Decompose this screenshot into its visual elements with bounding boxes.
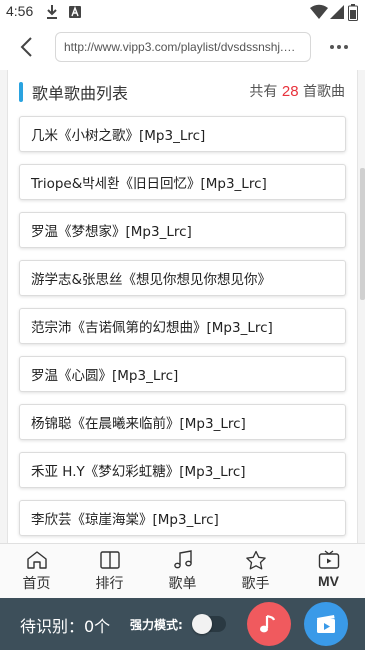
count-number: 28 <box>281 83 299 100</box>
song-count: 共有 28 首歌曲 <box>249 81 345 101</box>
song-list: 几米《小树之歌》[Mp3_Lrc] Triope&박세환《旧日回忆》[Mp3_L… <box>19 116 346 543</box>
song-item[interactable]: 游学志&张思丝《想见你想见你想见你》 <box>19 260 346 296</box>
scrollbar-thumb[interactable] <box>360 168 365 300</box>
song-item[interactable]: Triope&박세환《旧日回忆》[Mp3_Lrc] <box>19 164 346 200</box>
music-recognize-button[interactable] <box>247 602 291 646</box>
bottom-tab-bar: 首页 排行 歌单 歌手 MV <box>0 543 365 598</box>
tv-icon <box>318 550 339 569</box>
title-accent-bar <box>19 82 23 102</box>
tab-label: 排行 <box>95 576 124 592</box>
playlist-content: 歌单歌曲列表 共有 28 首歌曲 几米《小树之歌》[Mp3_Lrc] Triop… <box>0 70 365 543</box>
video-clapper-icon <box>317 615 335 633</box>
more-dots-icon[interactable] <box>322 36 356 58</box>
tab-label: 首页 <box>22 576 51 592</box>
song-item[interactable]: 李欣芸《琼崖海棠》[Mp3_Lrc] <box>19 500 346 536</box>
list-header: 歌单歌曲列表 共有 28 首歌曲 <box>8 70 357 114</box>
url-text: http://www.vipp3.com/playlist/dvsdssnshj… <box>64 40 302 54</box>
tab-singer[interactable]: 歌手 <box>219 544 292 598</box>
browser-toolbar: http://www.vipp3.com/playlist/dvsdssnshj… <box>0 24 365 70</box>
wifi-icon <box>310 4 328 24</box>
video-recognize-button[interactable] <box>304 602 348 646</box>
pending-count-label: 待识别：0个 <box>20 617 111 636</box>
signal-icon <box>330 4 344 24</box>
chevron-left-icon <box>20 37 32 57</box>
tab-home[interactable]: 首页 <box>0 544 73 598</box>
song-item[interactable]: 罗温《梦想家》[Mp3_Lrc] <box>19 212 346 248</box>
song-item[interactable]: 禾亚 H.Y《梦幻彩虹糖》[Mp3_Lrc] <box>19 452 346 488</box>
song-item[interactable]: 范宗沛《吉诺佩第的幻想曲》[Mp3_Lrc] <box>19 308 346 344</box>
playlist-panel: 歌单歌曲列表 共有 28 首歌曲 几米《小树之歌》[Mp3_Lrc] Triop… <box>7 70 358 543</box>
strong-mode-label: 强力模式: <box>130 618 183 632</box>
count-prefix: 共有 <box>249 84 278 100</box>
strong-mode-toggle[interactable] <box>192 614 226 634</box>
status-time: 4:56 <box>6 3 34 19</box>
toggle-knob <box>192 614 212 634</box>
tab-mv[interactable]: MV <box>292 544 365 598</box>
tab-ranking[interactable]: 排行 <box>73 544 146 598</box>
home-icon <box>26 551 47 569</box>
song-item[interactable]: 几米《小树之歌》[Mp3_Lrc] <box>19 116 346 152</box>
song-item[interactable]: 罗温《心圆》[Mp3_Lrc] <box>19 356 346 392</box>
tab-label: 歌手 <box>241 576 270 592</box>
status-bar: 4:56 <box>0 0 365 24</box>
battery-icon <box>348 4 358 25</box>
tab-label: MV <box>318 573 339 589</box>
list-title: 歌单歌曲列表 <box>32 84 129 103</box>
count-suffix: 首歌曲 <box>303 84 345 100</box>
tab-label: 歌单 <box>168 576 197 592</box>
recognition-bar: 待识别：0个 强力模式: <box>0 598 365 650</box>
book-icon <box>99 551 120 569</box>
font-a-icon <box>68 4 82 24</box>
music-note-icon <box>260 614 276 633</box>
url-field[interactable]: http://www.vipp3.com/playlist/dvsdssnshj… <box>55 32 311 62</box>
music-note-icon <box>173 550 192 569</box>
tab-playlist[interactable]: 歌单 <box>146 544 219 598</box>
download-icon <box>46 4 58 24</box>
star-icon <box>245 550 266 570</box>
back-button[interactable] <box>14 34 38 60</box>
song-item[interactable]: 杨锦聪《在晨曦来临前》[Mp3_Lrc] <box>19 404 346 440</box>
